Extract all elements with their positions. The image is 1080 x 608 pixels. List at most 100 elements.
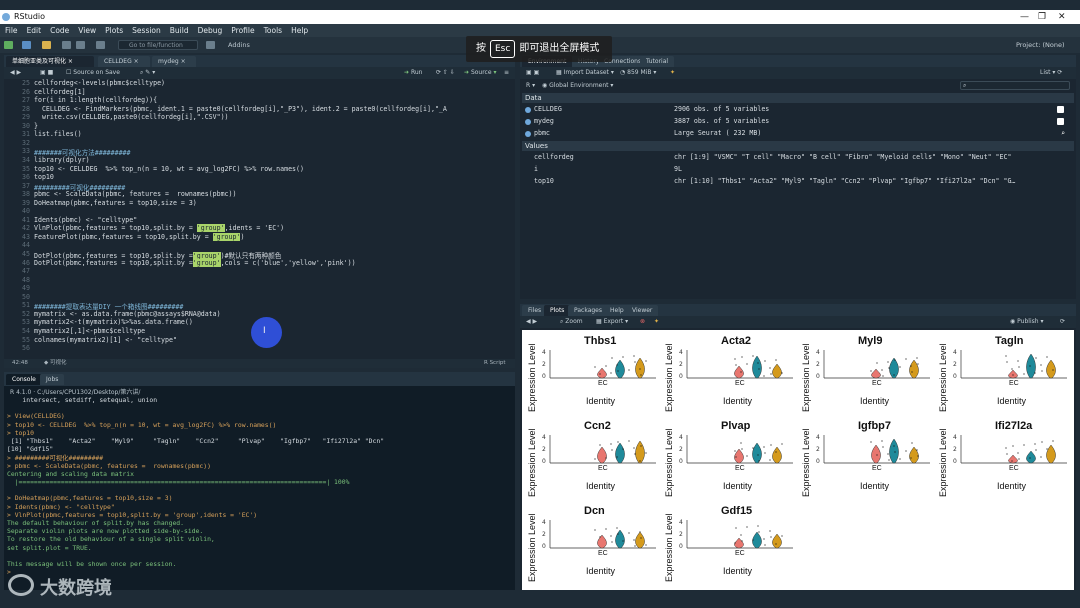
show-in-window-icon[interactable]: ▣ ■ [40, 67, 53, 79]
dataset-icon[interactable] [525, 119, 531, 125]
new-project-icon[interactable] [22, 41, 31, 49]
tab-console[interactable]: Console [6, 374, 42, 385]
menu-tools[interactable]: Tools [264, 26, 282, 35]
view-data-icon[interactable] [1057, 106, 1064, 113]
tab-viewer[interactable]: Viewer [626, 305, 659, 316]
zoom-button[interactable]: ⌕ Zoom [560, 316, 583, 328]
close-icon[interactable]: ✕ [1058, 10, 1066, 24]
menu-code[interactable]: Code [50, 26, 69, 35]
broom-icon[interactable]: ✦ [670, 67, 675, 79]
tab-plots[interactable]: Plots [544, 305, 571, 316]
menu-view[interactable]: View [78, 26, 96, 35]
data-section-header[interactable]: Data [522, 93, 1074, 103]
y-tick-label: 4 [542, 519, 546, 526]
tab-tutorial[interactable]: Tutorial [640, 56, 675, 67]
remove-plot-icon[interactable]: ⊗ [640, 316, 645, 328]
environment-row[interactable]: top10 chr [1:10] "Thbs1" "Acta2" "Myl9" "… [522, 176, 1074, 187]
language-dropdown[interactable]: R ▾ [526, 80, 535, 91]
open-file-icon[interactable] [42, 41, 51, 49]
tab-script[interactable]: 单细胞亚类及可视化 × [6, 56, 94, 67]
menu-file[interactable]: File [5, 26, 18, 35]
cell-point [1018, 366, 1020, 368]
tab-mydeg[interactable]: mydeg × [152, 56, 196, 67]
menu-plots[interactable]: Plots [105, 26, 123, 35]
plot-canvas[interactable]: Thbs1 Expression Level EC Identity 4 2 0 Acta2 E… [522, 330, 1074, 590]
line-number: 45 [22, 250, 30, 258]
menu-help[interactable]: Help [291, 26, 308, 35]
import-dataset-button[interactable]: ▦ Import Dataset ▾ [556, 67, 614, 79]
search-icon[interactable]: ⌕ ✎ ▾ [140, 67, 155, 79]
code-line: DotPlot(pbmc,features = top10,split.by =… [34, 258, 356, 267]
outline-icon[interactable]: ≡ [504, 67, 509, 79]
inspect-icon[interactable]: ⌕ [1061, 128, 1065, 139]
cell-point [1006, 361, 1008, 363]
file-type[interactable]: R Script [484, 359, 506, 368]
maximize-icon[interactable]: ❐ [1038, 10, 1046, 24]
cell-point [764, 452, 766, 454]
menu-debug[interactable]: Debug [198, 26, 223, 35]
y-tick-label: 2 [679, 361, 683, 368]
cell-point [610, 535, 612, 537]
cell-point [893, 445, 895, 447]
load-icon[interactable]: ▣ ▣ [526, 67, 539, 79]
list-view-dropdown[interactable]: List ▾ ⟳ [1040, 67, 1062, 79]
source-on-save-checkbox[interactable]: ☐ Source on Save [66, 67, 120, 79]
menu-edit[interactable]: Edit [27, 26, 42, 35]
code-editor[interactable]: 25 cellfordeg<-levels(pbmc$celltype) 26 cel… [4, 79, 509, 359]
dataset-icon[interactable] [525, 131, 531, 137]
cell-point [917, 455, 919, 457]
tab-packages[interactable]: Packages [568, 305, 608, 316]
cell-point [770, 444, 772, 446]
environment-row[interactable]: mydeg 3887 obs. of 5 variables [522, 116, 1074, 127]
minimize-icon[interactable]: — [1020, 10, 1029, 24]
environment-row[interactable]: i 9L [522, 164, 1074, 175]
menu-build[interactable]: Build [170, 26, 189, 35]
save-icon[interactable] [62, 41, 71, 49]
environment-search-input[interactable]: ⌕ [960, 81, 1070, 90]
memory-usage[interactable]: ◔ 859 MiB ▾ [620, 67, 656, 79]
plot-nav-icon[interactable]: ◀ ▶ [526, 316, 537, 328]
menu-profile[interactable]: Profile [231, 26, 254, 35]
tab-jobs[interactable]: Jobs [40, 374, 65, 385]
tab-celldeg[interactable]: CELLDEG × [98, 56, 150, 67]
export-button[interactable]: ▦ Export ▾ [596, 316, 628, 328]
line-number: 44 [22, 241, 30, 250]
panel-title: Tagln [995, 335, 1024, 347]
cell-point [605, 365, 607, 367]
section-name: 可视化 [49, 360, 67, 366]
environment-row[interactable]: cellfordeg chr [1:9] "VSMC" "T cell" "Mac… [522, 152, 1074, 163]
back-icon[interactable]: ◀ ▶ [10, 67, 21, 79]
environment-row[interactable]: pbmc Large Seurat ( 232 MB) ⌕ [522, 128, 1074, 139]
dataset-icon[interactable] [525, 107, 531, 113]
violin-group-b [615, 359, 625, 379]
cell-point [746, 363, 748, 365]
run-button[interactable]: ➜ Run [404, 67, 422, 79]
publish-button[interactable]: ◉ Publish ▾ [1010, 316, 1043, 328]
fullscreen-exit-banner: 按 Esc 即可退出全屏模式 [466, 36, 612, 62]
view-data-icon[interactable] [1057, 118, 1064, 125]
refresh-plot-icon[interactable]: ⟳ [1060, 316, 1065, 328]
print-icon[interactable] [96, 41, 105, 49]
source-button[interactable]: ➜ Source ▾ [464, 67, 496, 79]
line-number: 46 [22, 258, 30, 267]
menu-session[interactable]: Session [132, 26, 161, 35]
go-to-file-input[interactable]: Go to file/function [118, 40, 198, 50]
line-number: 30 [22, 121, 30, 130]
console-line: > VlnPlot(pbmc,features = top10,split.by… [7, 510, 258, 519]
section-indicator[interactable]: ◆ 可视化 [44, 359, 67, 368]
y-tick-label: 0 [542, 373, 546, 380]
save-all-icon[interactable] [76, 41, 85, 49]
values-section-header[interactable]: Values [522, 141, 1074, 151]
rerun-icon[interactable]: ⟳ ⇧ ⇩ [436, 67, 455, 79]
cell-point [1034, 372, 1036, 374]
cell-point [916, 357, 918, 359]
addins-menu[interactable]: Addins [228, 37, 250, 53]
new-file-icon[interactable] [4, 41, 13, 49]
clear-plots-icon[interactable]: ✦ [654, 316, 659, 328]
project-menu[interactable]: Project: (None) [1016, 37, 1065, 53]
environment-row[interactable]: CELLDEG 2906 obs. of 5 variables [522, 104, 1074, 115]
cell-point [881, 440, 883, 442]
mouse-cursor-highlight: I [251, 317, 282, 348]
scope-dropdown[interactable]: ◉ Global Environment ▾ [542, 80, 613, 91]
grid-icon[interactable] [206, 41, 215, 49]
